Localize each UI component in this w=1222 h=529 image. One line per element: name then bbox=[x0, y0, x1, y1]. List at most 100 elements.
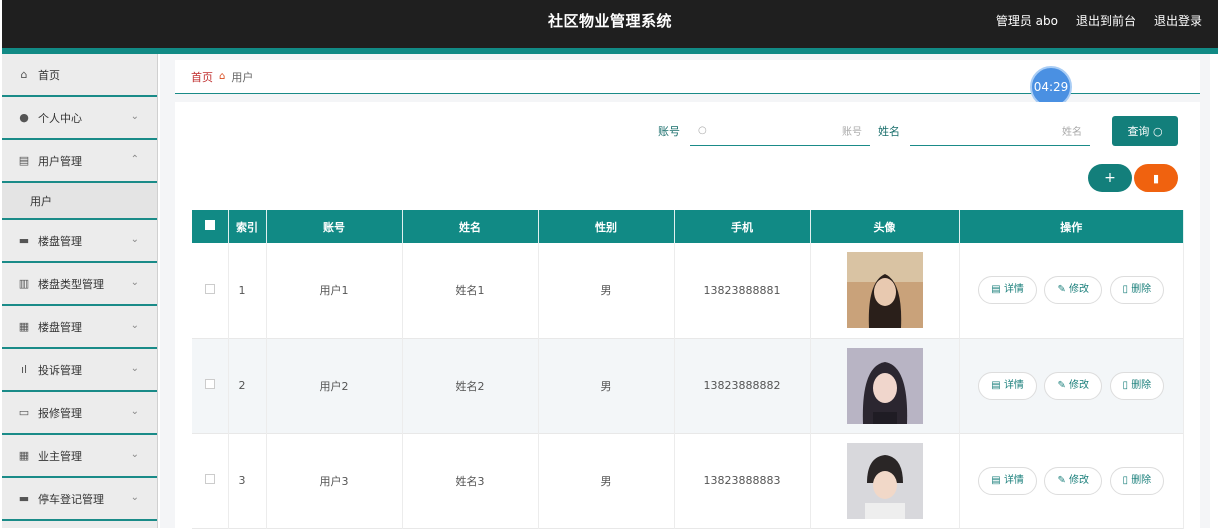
table-row: 1 用户1 姓名1 男 13823888881 ▤ 详情 ✎ 修改 ▯ 删除 bbox=[192, 243, 1184, 338]
sidebar-item-building-types[interactable]: ▥ 楼盘类型管理 ⌄ bbox=[2, 263, 157, 306]
sidebar-item-label: 投诉管理 bbox=[38, 363, 82, 377]
account-search-input[interactable]: ○ 账号 bbox=[690, 116, 870, 146]
breadcrumb-home[interactable]: 首页 bbox=[191, 69, 213, 85]
row-phone: 13823888883 bbox=[674, 433, 811, 528]
name-label: 姓名 bbox=[878, 125, 900, 138]
building-icon: ▬ bbox=[18, 234, 30, 247]
avatar bbox=[846, 347, 923, 424]
admin-user-label: 管理员 abo bbox=[995, 14, 1058, 28]
column-header: 账号 bbox=[266, 210, 403, 243]
sidebar-item-label: 报修管理 bbox=[38, 406, 82, 420]
sidebar-item-users[interactable]: ▤ 用户管理 ⌃ bbox=[2, 140, 157, 183]
chevron-down-icon: ⌄ bbox=[130, 234, 139, 245]
sidebar-item-home[interactable]: ⌂ 首页 bbox=[2, 54, 157, 97]
home-icon: ⌂ bbox=[219, 71, 226, 82]
detail-button[interactable]: ▤ 详情 bbox=[978, 466, 1037, 495]
sidebar-subitem-label: 用户 bbox=[30, 194, 52, 208]
edit-button[interactable]: ✎ 修改 bbox=[1044, 466, 1102, 495]
row-account: 用户2 bbox=[266, 338, 403, 433]
row-account: 用户3 bbox=[266, 433, 403, 528]
row-index: 2 bbox=[228, 338, 267, 433]
chevron-up-icon: ⌃ bbox=[130, 154, 139, 165]
logout-link[interactable]: 退出登录 bbox=[1154, 12, 1202, 29]
person-icon: ● bbox=[19, 111, 29, 124]
sidebar-subitem-user[interactable]: 用户 bbox=[2, 183, 157, 220]
sidebar-item-label: 楼盘管理 bbox=[38, 234, 82, 248]
table-row: 2 用户2 姓名2 男 13823888882 ▤ 详情 ✎ 修改 ▯ 删除 bbox=[192, 338, 1184, 433]
top-header: 社区物业管理系统 管理员 abo 退出到前台 退出登录 bbox=[2, 0, 1218, 50]
batch-delete-button[interactable]: ▮ bbox=[1134, 164, 1178, 192]
sidebar-item-owners[interactable]: ▦ 业主管理 ⌄ bbox=[2, 435, 157, 478]
breadcrumb-current: 用户 bbox=[231, 70, 254, 84]
edit-button[interactable]: ✎ 修改 bbox=[1044, 371, 1102, 400]
delete-button[interactable]: ▯ 删除 bbox=[1109, 371, 1165, 400]
row-gender: 男 bbox=[538, 243, 675, 338]
column-header: 操作 bbox=[959, 210, 1184, 243]
search-form: 账号 ○ 账号 姓名 姓名 查询 ○ bbox=[658, 116, 1178, 146]
row-checkbox[interactable] bbox=[204, 283, 215, 294]
column-header: 手机 bbox=[674, 210, 811, 243]
row-name: 姓名2 bbox=[402, 338, 539, 433]
edit-button[interactable]: ✎ 修改 bbox=[1044, 276, 1102, 305]
sidebar-item-complaints[interactable]: ıl 投诉管理 ⌄ bbox=[2, 349, 157, 392]
query-button[interactable]: 查询 ○ bbox=[1112, 116, 1178, 146]
grid-icon: ▦ bbox=[18, 449, 30, 462]
chevron-down-icon: ⌄ bbox=[130, 111, 139, 122]
row-checkbox[interactable] bbox=[204, 474, 215, 484]
column-header: 姓名 bbox=[402, 210, 539, 243]
sidebar-item-personal[interactable]: ● 个人中心 ⌄ bbox=[2, 97, 157, 140]
sidebar-item-label: 用户管理 bbox=[38, 154, 82, 168]
row-phone: 13823888882 bbox=[674, 338, 811, 433]
row-gender: 男 bbox=[538, 433, 675, 528]
sidebar-item-buildings[interactable]: ▬ 楼盘管理 ⌄ bbox=[2, 220, 157, 263]
sidebar-item-buildings-2[interactable]: ▦ 楼盘管理 ⌄ bbox=[2, 306, 157, 349]
row-gender: 男 bbox=[538, 338, 675, 433]
column-header: 性别 bbox=[538, 210, 675, 243]
avatar bbox=[846, 442, 923, 519]
search-icon: ○ bbox=[698, 125, 707, 136]
delete-button[interactable]: ▯ 删除 bbox=[1109, 276, 1165, 305]
chevron-down-icon: ⌄ bbox=[130, 277, 139, 288]
chevron-down-icon: ⌄ bbox=[130, 320, 139, 331]
row-name: 姓名1 bbox=[402, 243, 539, 338]
home-icon: ⌂ bbox=[20, 68, 28, 81]
sidebar-item-label: 首页 bbox=[38, 68, 60, 82]
column-header: 索引 bbox=[228, 210, 267, 243]
sidebar-item-label: 楼盘管理 bbox=[38, 320, 82, 334]
detail-button[interactable]: ▤ 详情 bbox=[978, 276, 1037, 305]
card-icon: ▬ bbox=[18, 492, 30, 505]
main-area: 首页 ⌂ 用户 04:29 账号 ○ 账号 姓名 姓名 查询 ○ + ▮ 索引 … bbox=[160, 54, 1210, 528]
row-account: 用户1 bbox=[266, 243, 403, 338]
user-table: 索引 账号 姓名 性别 手机 头像 操作 1 用户1 姓名1 男 1382388… bbox=[192, 210, 1184, 529]
sidebar-item-parking[interactable]: ▬ 停车登记管理 ⌄ bbox=[2, 478, 157, 521]
search-icon: ○ bbox=[1152, 124, 1163, 138]
chevron-down-icon: ⌄ bbox=[130, 449, 139, 460]
name-search-input[interactable]: 姓名 bbox=[910, 116, 1090, 146]
column-header: 头像 bbox=[810, 210, 960, 243]
table-header-row: 索引 账号 姓名 性别 手机 头像 操作 bbox=[192, 210, 1184, 243]
clipboard-icon: ▤ bbox=[18, 154, 30, 167]
sidebar-item-repairs[interactable]: ▭ 报修管理 ⌄ bbox=[2, 392, 157, 435]
add-button[interactable]: + bbox=[1088, 164, 1132, 192]
table-row: 3 用户3 姓名3 男 13823888883 ▤ 详情 ✎ 修改 ▯ 删除 bbox=[192, 433, 1184, 528]
row-phone: 13823888881 bbox=[674, 243, 811, 338]
front-page-link[interactable]: 退出到前台 bbox=[1076, 12, 1136, 29]
select-all-checkbox[interactable] bbox=[204, 220, 215, 230]
detail-button[interactable]: ▤ 详情 bbox=[978, 371, 1037, 400]
chevron-down-icon: ⌄ bbox=[130, 492, 139, 503]
clipboard-icon: ▦ bbox=[18, 320, 30, 333]
delete-button[interactable]: ▯ 删除 bbox=[1109, 466, 1165, 495]
content-panel: 账号 ○ 账号 姓名 姓名 查询 ○ + ▮ 索引 账号 姓名 性别 手机 头像… bbox=[175, 102, 1200, 528]
row-name: 姓名3 bbox=[402, 433, 539, 528]
sidebar: ⌂ 首页 ● 个人中心 ⌄ ▤ 用户管理 ⌃ 用户 ▬ 楼盘管理 ⌄ ▥ 楼盘类… bbox=[2, 54, 158, 528]
chevron-down-icon: ⌄ bbox=[130, 363, 139, 374]
bars-icon: ▥ bbox=[18, 277, 30, 290]
sidebar-item-label: 个人中心 bbox=[38, 111, 82, 125]
row-checkbox[interactable] bbox=[204, 379, 215, 389]
account-label: 账号 bbox=[658, 125, 680, 138]
trash-icon: ▮ bbox=[1152, 171, 1160, 185]
sidebar-item-label: 业主管理 bbox=[38, 449, 82, 463]
sidebar-item-label: 停车登记管理 bbox=[38, 492, 104, 506]
chart-icon: ıl bbox=[20, 363, 28, 376]
row-index: 3 bbox=[228, 433, 267, 528]
